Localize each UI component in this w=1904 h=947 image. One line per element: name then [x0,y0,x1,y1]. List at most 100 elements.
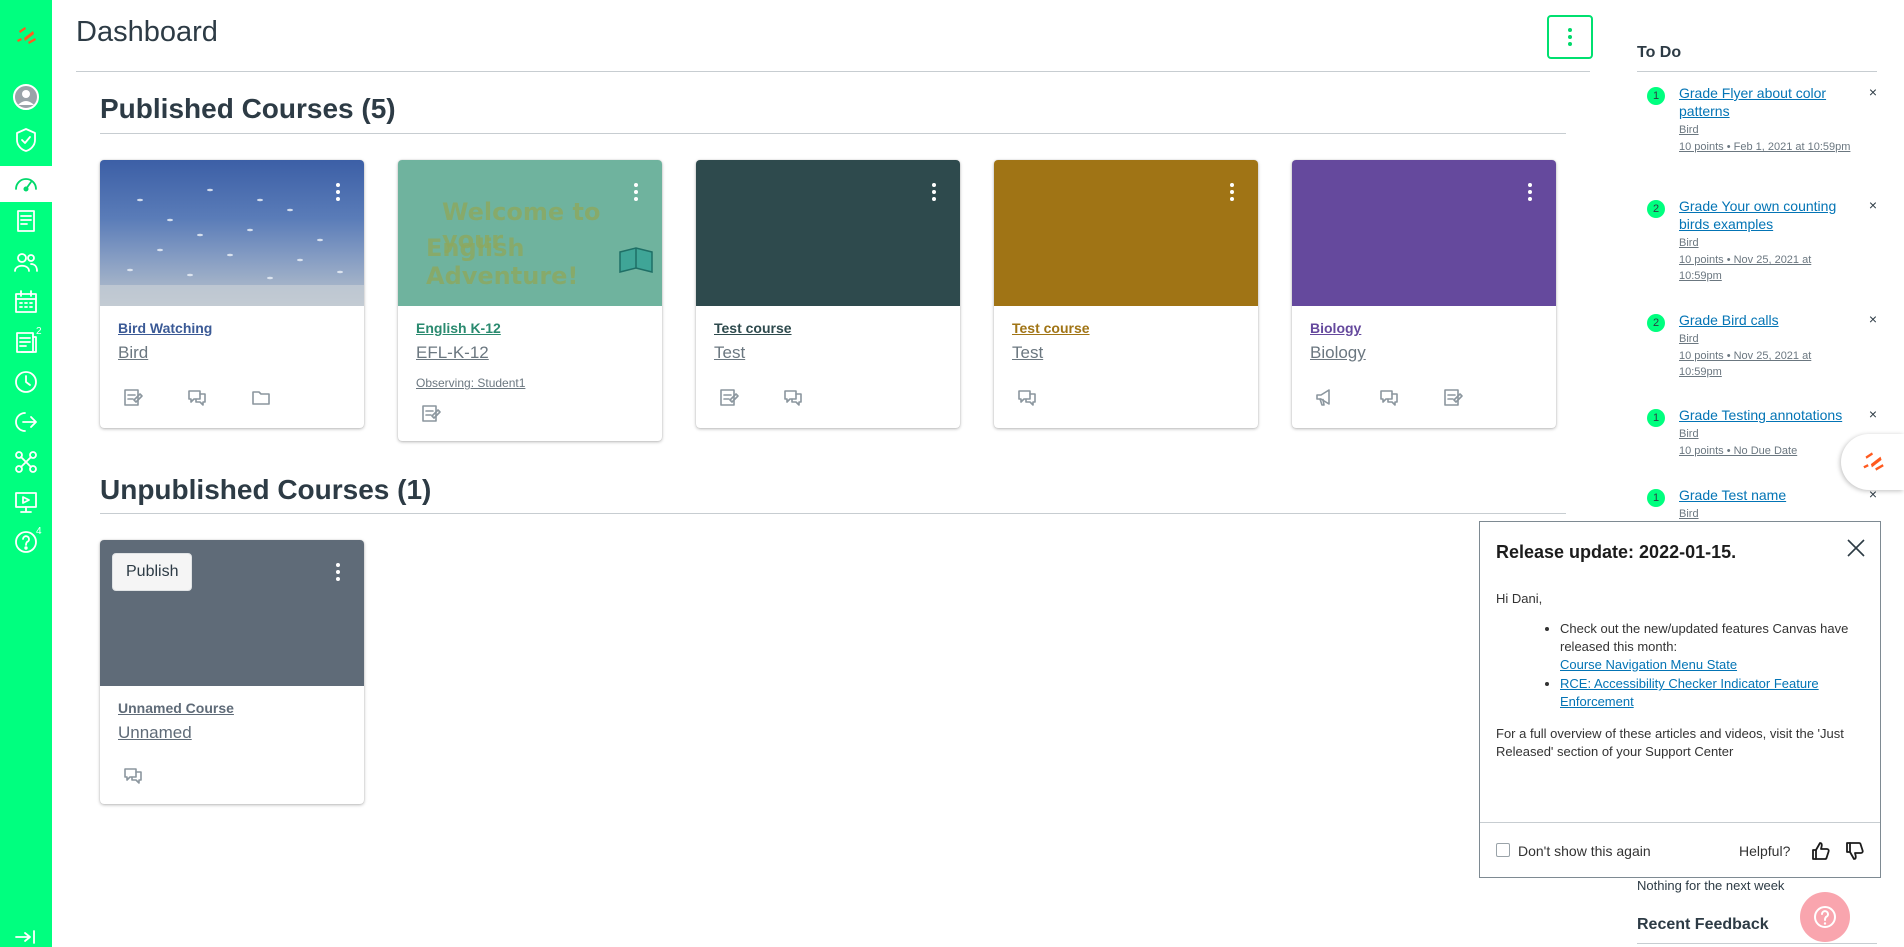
todo-item: 1 Grade Flyer about color patterns Bird … [1647,84,1877,155]
course-card-hero[interactable]: Publish [100,540,364,686]
dismiss-icon[interactable]: × [1869,84,1877,100]
close-icon[interactable] [1844,536,1868,560]
collapse-nav-icon[interactable] [0,928,52,946]
course-card-hero[interactable] [1292,160,1556,306]
dont-show-checkbox[interactable] [1496,843,1510,857]
todo-item-course[interactable]: Bird [1679,508,1877,520]
course-card-test-course-2[interactable]: Test course Test [994,160,1258,428]
course-card-hero[interactable]: Welcome to your English Adventure! [398,160,662,306]
course-card-name[interactable]: English K-12 [416,320,501,336]
todo-item-title[interactable]: Grade Test name [1679,486,1845,504]
dashboard-options-button[interactable] [1547,15,1593,59]
dialog-list-item: RCE: Accessibility Checker Indicator Fea… [1560,675,1868,711]
logo-icon[interactable] [0,18,52,54]
assignments-icon[interactable] [420,402,442,424]
dismiss-icon[interactable]: × [1869,406,1877,422]
course-card-code[interactable]: Test [714,343,745,363]
course-card-unnamed[interactable]: Publish Unnamed Course Unnamed [100,540,364,804]
course-card-code[interactable]: Bird [118,343,148,363]
accessibility-checker-link[interactable]: RCE: Accessibility Checker Indicator Fea… [1560,676,1819,709]
dashboard-icon[interactable] [0,166,52,202]
todo-item-meta[interactable]: 10 points • Nov 25, 2021 at 10:59pm [1679,252,1855,284]
course-card-icons [420,402,442,424]
todo-count-badge: 1 [1647,87,1665,105]
publish-button[interactable]: Publish [112,553,193,591]
todo-item-title[interactable]: Grade Testing annotations [1679,406,1845,424]
discussions-icon[interactable] [122,764,144,786]
observing-link[interactable]: Observing: Student1 [416,376,525,390]
help-question-button[interactable] [1800,892,1850,942]
discussions-icon[interactable] [1016,386,1038,408]
dont-show-label[interactable]: Don't show this again [1518,843,1651,859]
kebab-icon [336,563,340,581]
dismiss-icon[interactable]: × [1869,197,1877,213]
commons-icon[interactable] [0,444,52,480]
card-options-button[interactable] [922,178,946,206]
course-card-name[interactable]: Biology [1310,320,1361,336]
dialog-list: Check out the new/updated features Canva… [1560,620,1868,711]
assignments-icon[interactable] [122,386,144,408]
todo-item: 2 Grade Bird calls Bird 10 points • Nov … [1647,311,1877,380]
todo-item-course[interactable]: Bird [1679,124,1877,136]
logo-icon [1862,452,1884,471]
assignments-icon[interactable] [1442,386,1464,408]
todo-divider [1637,71,1877,72]
admin-shield-icon[interactable] [0,122,52,158]
courses-icon[interactable] [0,203,52,239]
todo-item-title[interactable]: Grade Flyer about color patterns [1679,84,1845,120]
course-card-name[interactable]: Test course [1012,320,1090,336]
todo-item-course[interactable]: Bird [1679,237,1877,249]
thumbs-up-icon[interactable] [1810,840,1832,862]
card-options-button[interactable] [624,178,648,206]
logout-icon[interactable] [0,404,52,440]
course-card-biology[interactable]: Biology Biology [1292,160,1556,428]
course-card-code[interactable]: EFL-K-12 [416,343,489,363]
files-icon[interactable] [250,386,272,408]
history-icon[interactable] [0,364,52,400]
pendo-launcher-button[interactable] [1841,434,1904,490]
discussions-icon[interactable] [1378,386,1400,408]
course-card-code[interactable]: Unnamed [118,723,192,743]
account-icon[interactable] [0,79,52,115]
help-icon[interactable]: 4 [0,524,52,560]
card-options-button[interactable] [1220,178,1244,206]
todo-item-meta[interactable]: 10 points • Nov 25, 2021 at 10:59pm [1679,348,1855,380]
course-card-english-k12[interactable]: Welcome to your English Adventure! Engli… [398,160,662,441]
inbox-badge: 2 [36,326,42,337]
todo-item-title[interactable]: Grade Bird calls [1679,311,1845,329]
calendar-icon[interactable] [0,284,52,320]
course-card-test-course-1[interactable]: Test course Test [696,160,960,428]
groups-icon[interactable] [0,244,52,280]
course-card-name[interactable]: Test course [714,320,792,336]
todo-item-meta[interactable]: 10 points • Feb 1, 2021 at 10:59pm [1679,139,1855,155]
unpublished-heading: Unpublished Courses (1) [100,474,432,505]
course-card-hero[interactable] [994,160,1258,306]
studio-icon[interactable] [0,484,52,520]
todo-item-course[interactable]: Bird [1679,428,1877,440]
card-options-button[interactable] [326,558,350,586]
dialog-intro: Check out the new/updated features Canva… [1560,621,1849,654]
course-card-hero[interactable] [100,160,364,306]
course-card-icons [1016,386,1038,408]
course-card-hero[interactable] [696,160,960,306]
dismiss-icon[interactable]: × [1869,311,1877,327]
thumbs-down-icon[interactable] [1844,840,1866,862]
todo-item-meta[interactable]: 10 points • No Due Date [1679,443,1855,459]
course-navigation-link[interactable]: Course Navigation Menu State [1560,657,1737,672]
assignments-icon[interactable] [718,386,740,408]
course-card-name[interactable]: Unnamed Course [118,700,234,716]
card-options-button[interactable] [1518,178,1542,206]
inbox-icon[interactable]: 2 [0,324,52,360]
course-card-bird-watching[interactable]: Bird Watching Bird [100,160,364,428]
card-options-button[interactable] [326,178,350,206]
announcements-icon[interactable] [1314,386,1336,408]
course-card-name[interactable]: Bird Watching [118,320,212,336]
course-card-code[interactable]: Test [1012,343,1043,363]
discussions-icon[interactable] [782,386,804,408]
main-content: Dashboard Published Courses (5) Bird Wat [52,0,1607,947]
todo-item-title[interactable]: Grade Your own counting birds examples [1679,197,1845,233]
discussions-icon[interactable] [186,386,208,408]
course-card-icons [122,386,272,408]
course-card-code[interactable]: Biology [1310,343,1366,363]
todo-item-course[interactable]: Bird [1679,333,1877,345]
